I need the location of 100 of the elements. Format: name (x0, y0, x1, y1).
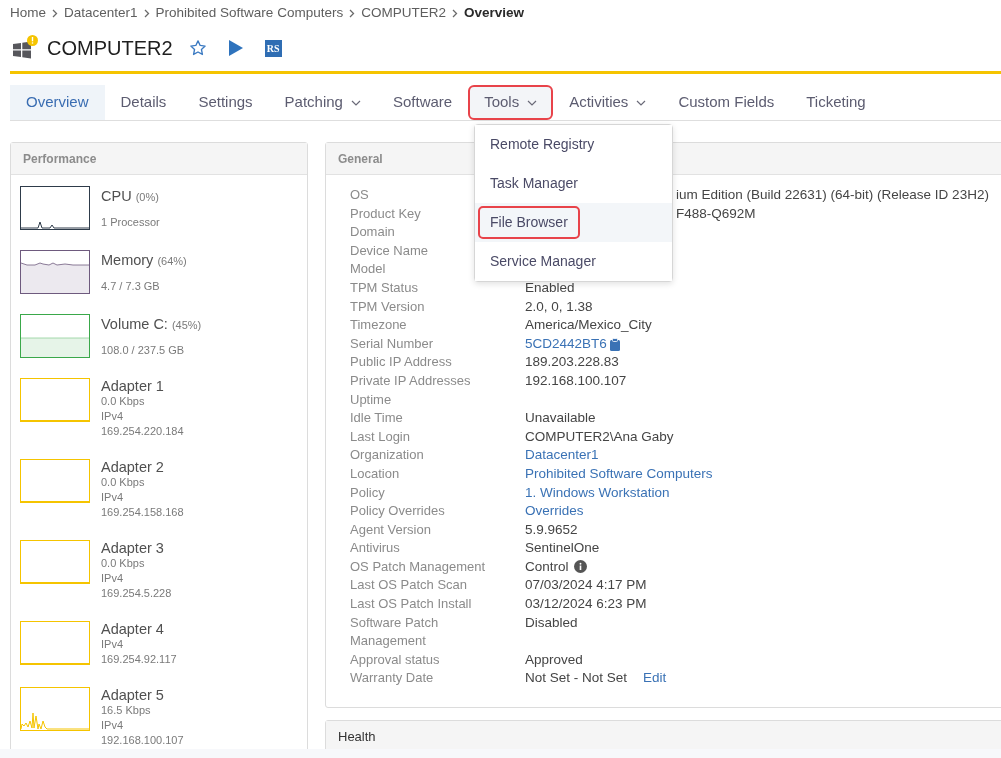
field-label: Last Login (350, 428, 410, 444)
adapter-title: Adapter 1 (101, 378, 165, 394)
breadcrumb-link[interactable]: Home (10, 2, 46, 24)
nav-tab[interactable]: Tools (468, 85, 554, 120)
rs-logo-button[interactable]: RS (264, 39, 282, 57)
field-link[interactable]: 5CD2442BT6 (525, 334, 607, 354)
nav-tab[interactable]: Settings (182, 85, 269, 120)
field-link[interactable]: 1. Windows Workstation (525, 483, 670, 503)
metric-title: CPU (101, 187, 132, 206)
metric-title: Volume C: (101, 315, 168, 334)
menu-item[interactable]: Service Manager (475, 242, 672, 281)
nav-tab[interactable]: Activities (553, 85, 663, 120)
nav-tab[interactable]: Overview (10, 85, 105, 120)
field-label: Device Name (350, 242, 429, 258)
metric-detail: 4.7 / 7.3 GB (101, 279, 161, 294)
field-value: 192.168.100.107 (525, 371, 627, 390)
edit-link[interactable]: Edit (643, 669, 667, 689)
chevron-right-icon (451, 8, 458, 18)
adapter-detail: 169.254.158.168 (101, 505, 184, 520)
menu-item[interactable]: Task Manager (475, 164, 672, 203)
metric-percent: (64%) (157, 254, 187, 269)
adapter-detail: 0.0 Kbps (101, 475, 146, 490)
field-label: Last OS Patch Install (350, 596, 472, 612)
field-label: Product Key (350, 205, 421, 221)
field-label: Warranty Date (350, 670, 434, 686)
adapter-detail: IPv4 (101, 571, 124, 586)
chevron-right-icon (52, 8, 58, 18)
field-label: Organization (350, 447, 424, 463)
field-value: America/Mexico_City (525, 316, 652, 335)
field-value: Enabled (525, 278, 575, 297)
field-label: Public IP Address (350, 354, 452, 370)
field-label: OS (350, 187, 369, 202)
metric-title: Memory (101, 251, 154, 270)
adapter-detail: 0.0 Kbps (101, 556, 146, 571)
field-link[interactable]: Prohibited Software Computers (525, 464, 713, 484)
field-label: Private IP Addresses (350, 372, 471, 388)
field-value: ium Edition (Build 22631) (64-bit) (Release ID 23H2) (676, 186, 989, 204)
nav-tab[interactable]: Ticketing (790, 85, 882, 120)
field-label: Policy Overrides (350, 503, 445, 519)
field-label: Location (350, 465, 400, 481)
adapter-detail: IPv4 (101, 490, 124, 505)
adapter-detail: 169.254.220.184 (101, 424, 184, 439)
adapter-title: Adapter 4 (101, 621, 165, 637)
field-link[interactable]: Datacenter1 (525, 446, 599, 465)
field-value: Unavailable (525, 409, 596, 428)
field-value: F488-Q692M (676, 204, 756, 223)
metric-percent: (0%) (135, 190, 159, 205)
info-icon[interactable] (573, 559, 587, 573)
adapter-detail: 192.168.100.107 (101, 733, 184, 748)
breadcrumb-link[interactable]: COMPUTER2 (361, 2, 446, 24)
field-label: Policy (350, 484, 385, 500)
field-value: COMPUTER2\Ana Gaby (525, 427, 674, 446)
field-value: Control (525, 557, 569, 576)
metric-percent: (45%) (171, 318, 202, 333)
field-value: Not Set - Not Set (525, 669, 628, 688)
metric-detail: 108.0 / 237.5 GB (101, 343, 186, 358)
nav-tab[interactable]: Custom Fields (662, 85, 791, 120)
nav-tab[interactable]: Patching (268, 85, 377, 120)
field-value: 5.9.9652 (525, 520, 578, 539)
os-logo-icon (13, 40, 31, 59)
field-label: Software Patch Management (350, 614, 439, 649)
adapter-detail: 0.0 Kbps (101, 394, 146, 409)
field-value: Disabled (525, 613, 578, 632)
adapter-detail: IPv4 (101, 718, 124, 733)
field-label: Idle Time (350, 410, 403, 426)
device-title: COMPUTER2 (47, 36, 173, 61)
star-icon[interactable] (188, 39, 207, 57)
chevron-right-icon (143, 8, 150, 18)
breadcrumb-link[interactable]: Prohibited Software Computers (155, 2, 344, 24)
field-value: 189.203.228.83 (525, 353, 619, 372)
nav-tab[interactable]: Software (376, 85, 469, 120)
breadcrumb-link[interactable]: Overview (463, 2, 524, 24)
adapter-title: Adapter 3 (101, 540, 165, 556)
field-value: SentinelOne (525, 539, 600, 558)
field-value: 07/03/2024 4:17 PM (525, 576, 647, 595)
chevron-right-icon (349, 8, 356, 18)
panel-header: Health (326, 721, 1001, 749)
field-label: Model (350, 261, 386, 277)
adapter-title: Adapter 5 (101, 687, 165, 703)
menu-item[interactable]: Remote Registry (475, 125, 672, 164)
menu-item[interactable]: File Browser (475, 203, 672, 242)
nav-tab[interactable]: Details (104, 85, 183, 120)
breadcrumb-link[interactable]: Datacenter1 (64, 2, 138, 24)
adapter-detail: IPv4 (101, 409, 124, 424)
field-link[interactable]: Overrides (525, 502, 584, 521)
adapter-detail: 169.254.92.117 (101, 652, 177, 667)
clipboard-icon[interactable] (609, 337, 620, 351)
field-label: Approval status (350, 651, 440, 667)
field-value: 2.0, 0, 1.38 (525, 297, 593, 316)
field-label: OS Patch Management (350, 558, 486, 574)
adapter-detail: 169.254.5.228 (101, 586, 172, 601)
field-label: Domain (350, 224, 395, 240)
adapter-detail: IPv4 (101, 637, 124, 652)
panel-header: Performance (11, 143, 307, 175)
play-icon[interactable] (228, 40, 243, 56)
adapter-title: Adapter 2 (101, 459, 165, 475)
metric-detail: 1 Processor (101, 215, 160, 230)
field-value: Approved (525, 650, 583, 669)
field-label: Serial Number (350, 335, 434, 351)
field-label: Timezone (350, 317, 407, 333)
